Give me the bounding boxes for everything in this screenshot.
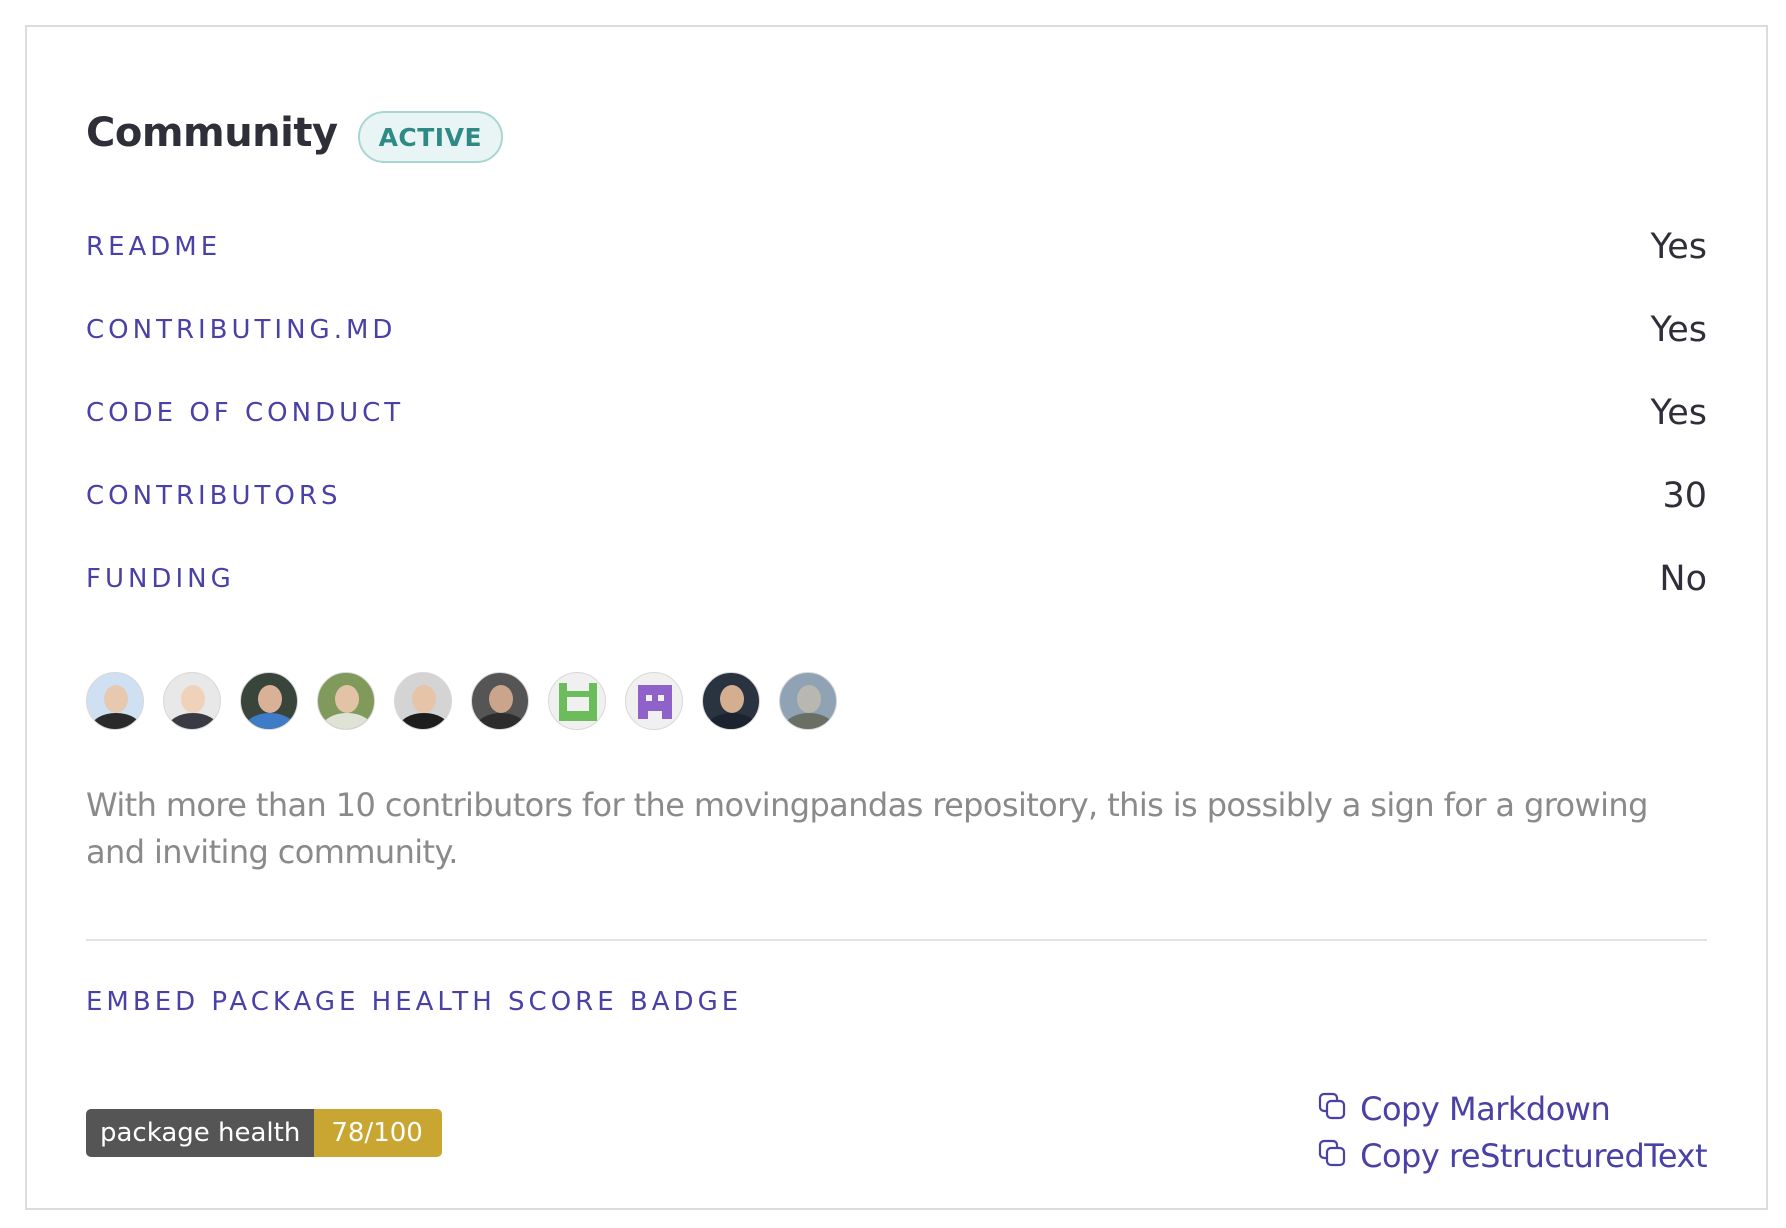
avatar-head [181,685,205,713]
person-avatar-icon[interactable] [702,672,760,730]
row-funding: FUNDING No [86,549,1707,609]
contributor-avatars [86,672,856,730]
row-value-contributing: Yes [1650,310,1708,350]
divider [86,939,1707,941]
row-contributors: CONTRIBUTORS 30 [86,466,1707,526]
row-value-readme: Yes [1650,227,1708,267]
community-description: With more than 10 contributors for the m… [86,786,1648,871]
avatar-body [322,713,372,729]
avatar-head [335,685,359,713]
copy-restructuredtext-label: Copy reStructuredText [1360,1136,1707,1175]
avatar-body [399,713,449,729]
avatar-body [168,713,218,729]
copy-icon [1318,1090,1360,1128]
row-value-funding: No [1659,559,1707,599]
row-label-contributing: CONTRIBUTING.MD [86,315,397,345]
avatar-body [707,713,757,729]
copy-restructuredtext-link[interactable]: Copy reStructuredText [1318,1132,1707,1179]
avatar-head [489,685,513,713]
card-content: Community ACTIVE README Yes CONTRIBUTING… [86,27,1707,1208]
row-value-code-of-conduct: Yes [1650,393,1708,433]
avatar-body [476,713,526,729]
shield-label: package health [86,1109,315,1157]
row-contributing: CONTRIBUTING.MD Yes [86,300,1707,360]
embed-section-title: EMBED PACKAGE HEALTH SCORE BADGE [86,987,743,1017]
person-avatar-icon[interactable] [471,672,529,730]
package-health-shield: package health 78/100 [86,1109,442,1157]
person-avatar-icon[interactable] [240,672,298,730]
avatar-head [412,685,436,713]
card-header: Community ACTIVE [86,83,504,183]
card-title: Community [86,110,338,156]
row-label-contributors: CONTRIBUTORS [86,481,342,511]
avatar-body [245,713,295,729]
avatar-head [797,685,821,713]
avatar-head [720,685,744,713]
copy-icon [1318,1137,1360,1175]
row-readme: README Yes [86,217,1707,277]
row-value-contributors: 30 [1662,476,1707,516]
landscape-avatar-icon[interactable] [779,672,837,730]
avatar-head [258,685,282,713]
copy-links: Copy Markdown Copy reStructuredText [1318,1085,1707,1179]
copy-markdown-link[interactable]: Copy Markdown [1318,1085,1611,1132]
avatar-body [784,713,834,729]
avatar-head [104,685,128,713]
status-badge: ACTIVE [357,111,504,163]
row-label-readme: README [86,232,222,262]
identicon-graphic [638,685,672,719]
person-avatar-icon[interactable] [163,672,221,730]
shield-score: 78/100 [314,1109,442,1157]
person-avatar-icon[interactable] [86,672,144,730]
avatar-body [91,713,141,729]
row-label-code-of-conduct: CODE OF CONDUCT [86,398,405,428]
person-avatar-icon[interactable] [317,672,375,730]
person-avatar-icon[interactable] [394,672,452,730]
identicon-green-icon[interactable] [548,672,606,730]
row-label-funding: FUNDING [86,564,235,594]
copy-markdown-label: Copy Markdown [1360,1089,1611,1128]
identicon-purple-icon[interactable] [625,672,683,730]
identicon-graphic [559,683,597,721]
community-card: Community ACTIVE README Yes CONTRIBUTING… [25,25,1768,1210]
row-code-of-conduct: CODE OF CONDUCT Yes [86,383,1707,443]
